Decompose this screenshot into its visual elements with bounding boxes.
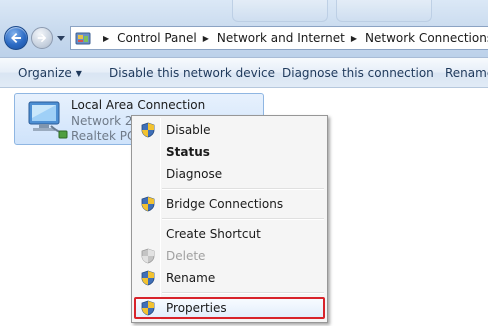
breadcrumb-network-and-internet[interactable]: Network and Internet [217, 31, 345, 45]
connection-network: Network 2 [71, 114, 133, 128]
breadcrumb-control-panel[interactable]: Control Panel [117, 31, 197, 45]
menu-item-status[interactable]: Status [134, 141, 325, 163]
menu-item-disable[interactable]: Disable [134, 119, 325, 141]
explorer-window: ▶ Control Panel ▶ Network and Internet ▶… [0, 0, 488, 326]
menu-item-label: Diagnose [166, 167, 223, 181]
menu-item-label: Properties [166, 301, 227, 315]
breadcrumb-network-connections[interactable]: Network Connections [365, 31, 488, 45]
breadcrumb-separator-icon[interactable]: ▶ [351, 34, 357, 43]
diagnose-connection-button[interactable]: Diagnose this connection [282, 66, 434, 80]
connection-name: Local Area Connection [71, 98, 206, 112]
control-panel-icon [75, 32, 91, 45]
menu-item-bridge-connections[interactable]: Bridge Connections [134, 193, 325, 215]
menu-item-label: Bridge Connections [166, 197, 284, 211]
rename-button[interactable]: Rename [445, 66, 488, 80]
menu-item-label: Rename [166, 271, 216, 285]
chevron-down-icon: ▼ [75, 69, 82, 78]
arrow-right-icon [37, 33, 47, 43]
forward-button[interactable] [31, 27, 53, 49]
menu-item-label: Create Shortcut [166, 227, 261, 241]
disable-device-button[interactable]: Disable this network device [109, 66, 275, 80]
menu-separator [162, 218, 324, 220]
menu-item-delete: Delete [134, 245, 325, 267]
background-taskbar-tab [232, 0, 328, 22]
uac-shield-icon [141, 122, 155, 138]
uac-shield-icon [141, 300, 155, 316]
menu-item-properties[interactable]: Properties [134, 297, 325, 319]
menu-separator [162, 292, 324, 294]
menu-item-diagnose[interactable]: Diagnose [134, 163, 325, 185]
breadcrumb-separator-icon[interactable]: ▶ [103, 34, 109, 43]
menu-item-label: Disable [166, 123, 211, 137]
network-adapter-icon [28, 101, 68, 139]
menu-item-label: Delete [166, 249, 206, 263]
menu-item-create-shortcut[interactable]: Create Shortcut [134, 223, 325, 245]
command-bar: Organize ▼ Disable this network device Di… [0, 58, 488, 88]
menu-separator [162, 188, 324, 190]
arrow-left-icon [11, 33, 21, 43]
menu-item-label: Status [166, 145, 210, 159]
address-bar-area: ▶ Control Panel ▶ Network and Internet ▶… [0, 0, 488, 58]
connection-adapter: Realtek PCI [71, 129, 139, 143]
menu-item-rename[interactable]: Rename [134, 267, 325, 289]
organize-label: Organize [18, 66, 72, 80]
recent-pages-dropdown-icon[interactable] [56, 33, 66, 43]
breadcrumb-separator-icon[interactable]: ▶ [203, 34, 209, 43]
uac-shield-disabled-icon [141, 248, 155, 264]
background-taskbar-tab [336, 0, 432, 22]
breadcrumb[interactable]: ▶ Control Panel ▶ Network and Internet ▶… [70, 26, 488, 50]
organize-button[interactable]: Organize ▼ [18, 66, 82, 80]
uac-shield-icon [141, 196, 155, 212]
uac-shield-icon [141, 270, 155, 286]
back-button[interactable] [4, 26, 28, 50]
context-menu: Disable Status Diagnose Bridge Connectio… [131, 115, 328, 323]
